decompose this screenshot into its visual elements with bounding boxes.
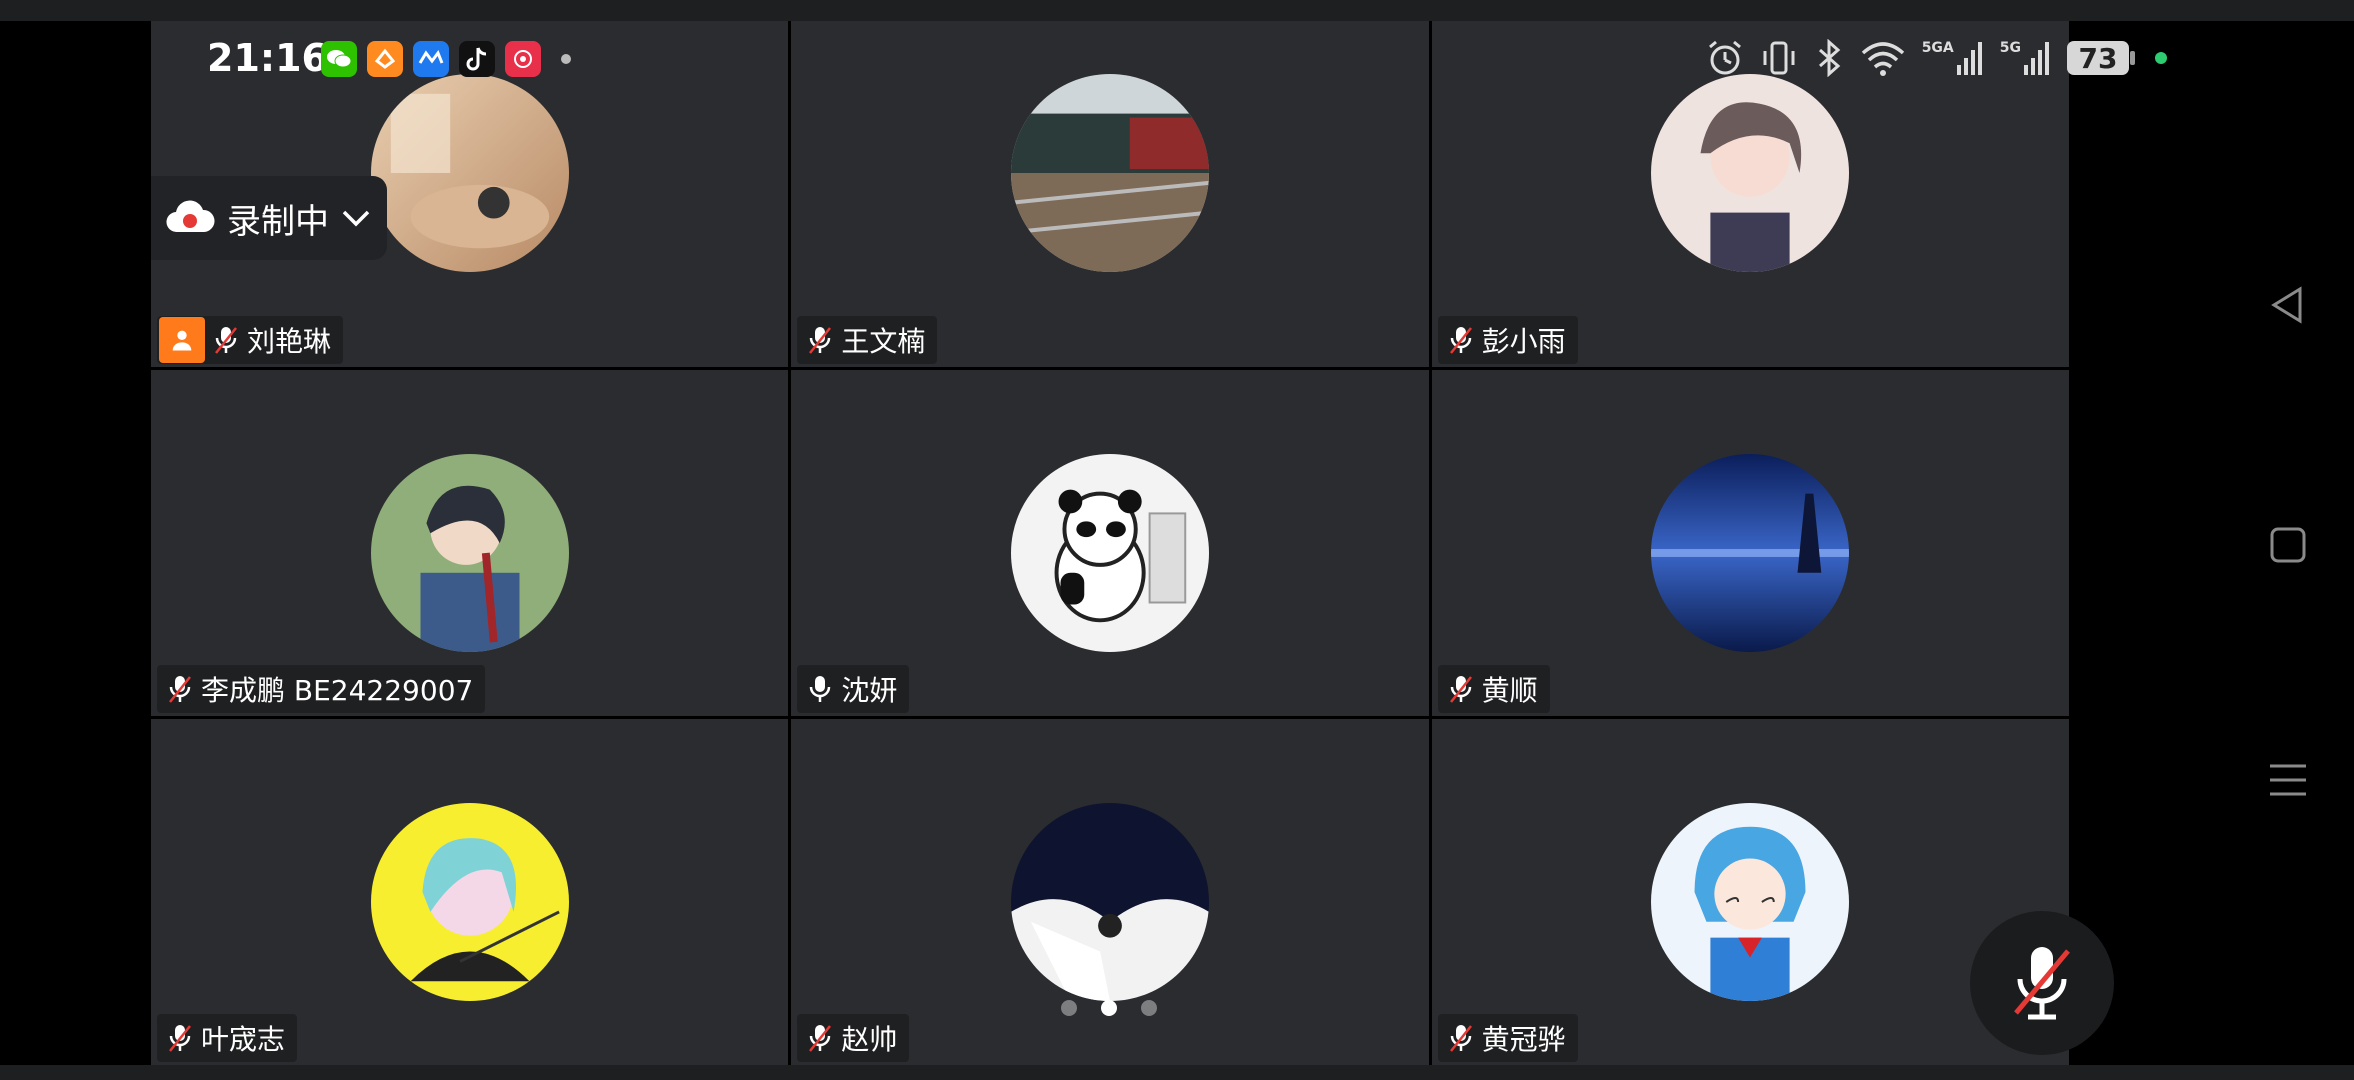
system-nav-bar [2221,21,2354,1065]
participant-avatar [1651,74,1850,273]
participant-name: 叶宬志 [201,1023,286,1056]
participant-name-tag: 李成鹏 BE24229007 [157,665,486,713]
top-strip [0,0,2354,21]
participant-avatar [370,803,569,1002]
orange-app-icon [367,41,403,77]
page-dot[interactable] [1061,1000,1077,1016]
cellular-signal-1-icon: 5GA [1922,41,1984,75]
page-dot-active[interactable] [1101,1000,1117,1016]
mic-muted-icon [1448,1023,1474,1053]
participant-tile[interactable]: 黄顺 [1431,370,2069,716]
mic-muted-icon [807,1023,833,1053]
wifi-icon [1861,42,1904,76]
participant-avatar [1651,803,1850,1002]
status-time: 21:16 [207,36,328,80]
participant-name-tag: 沈妍 [797,665,910,713]
home-icon[interactable] [2266,523,2310,567]
meeting-screen: 刘艳琳 王文楠 彭小雨 李成鹏 BE24229007 沈妍 黄顺 叶宬志 赵帅 … [151,21,2221,1065]
participant-tile[interactable]: 王文楠 [791,21,1429,367]
mic-muted-icon [2014,947,2070,1020]
participant-tile[interactable]: 李成鹏 BE24229007 [151,370,789,716]
lark-icon [413,41,449,77]
participant-tile[interactable]: 沈妍 [791,370,1429,716]
participant-name-tag: 王文楠 [797,316,938,364]
participant-tile[interactable]: 叶宬志 [151,719,789,1065]
participant-avatar [370,74,569,273]
recording-label: 录制中 [227,201,329,242]
participant-name: 黄冠骅 [1481,1023,1566,1056]
page-indicator[interactable] [1061,1000,1157,1016]
participant-avatar [1010,803,1209,1002]
recording-indicator[interactable]: 录制中 [151,176,387,260]
participant-name: 黄顺 [1481,674,1538,707]
cloud-record-icon [166,200,215,233]
participant-avatar [1010,454,1209,653]
participant-avatar [370,454,569,653]
mic-muted-icon [1448,674,1474,704]
participant-name: 赵帅 [841,1023,898,1056]
participant-name-tag: 叶宬志 [157,1014,298,1062]
back-icon[interactable] [2266,283,2310,327]
system-status-icons: 5GA 5G 73 [1706,39,2167,77]
wechat-icon [321,41,357,77]
participant-name-tag: 黄顺 [1437,665,1550,713]
chevron-down-icon [342,210,370,227]
host-badge-icon [159,317,205,363]
more-notifications-dot [561,54,571,64]
mic-muted-icon [213,325,239,355]
mic-on-icon [807,674,833,704]
mic-muted-icon [167,674,193,704]
battery-icon: 73 [2067,41,2135,75]
tiktok-icon [459,41,495,77]
participant-name-tag: 赵帅 [797,1014,910,1062]
participant-grid: 刘艳琳 王文楠 彭小雨 李成鹏 BE24229007 沈妍 黄顺 叶宬志 赵帅 … [151,21,2069,1065]
mute-toggle-button[interactable] [1970,911,2114,1055]
bottom-strip [0,1065,2354,1080]
cellular-signal-2-icon: 5G [2000,41,2051,75]
taobao-icon [505,41,541,77]
participant-name-tag: 彭小雨 [1437,316,1578,364]
privacy-indicator-dot [2155,52,2167,64]
bluetooth-icon [1818,39,1840,77]
alarm-icon [1708,40,1741,75]
mic-muted-icon [1448,325,1474,355]
participant-name: 刘艳琳 [247,325,332,358]
notification-app-icons [321,41,571,77]
participant-name: 李成鹏 BE24229007 [201,674,474,707]
vibrate-icon [1763,41,1795,75]
participant-name-tag: 黄冠骅 [1437,1014,1578,1062]
participant-name-tag: 刘艳琳 [157,316,344,364]
participant-tile[interactable]: 黄冠骅 [1431,719,2069,1065]
participant-name: 彭小雨 [1481,325,1566,358]
participant-name: 沈妍 [841,674,898,707]
mic-muted-icon [807,325,833,355]
participant-avatar [1010,74,1209,273]
mic-muted-icon [167,1023,193,1053]
menu-icon[interactable] [2266,758,2310,802]
page-dot[interactable] [1141,1000,1157,1016]
participant-name: 王文楠 [841,325,926,358]
participant-avatar [1651,454,1850,653]
